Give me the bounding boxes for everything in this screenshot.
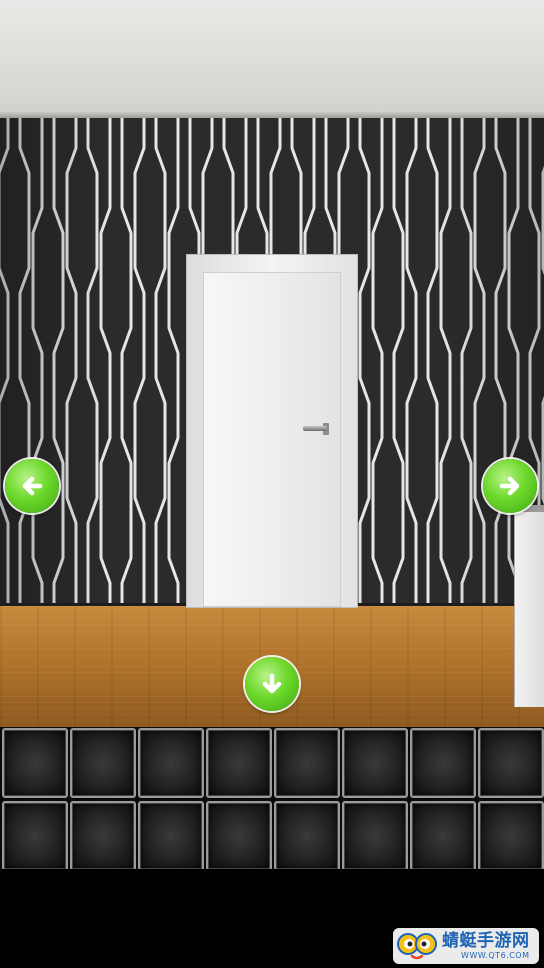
wallpaper-line <box>460 118 473 608</box>
inventory-slot[interactable] <box>274 801 340 871</box>
inventory-slot[interactable] <box>410 728 476 798</box>
wallpaper-line <box>31 118 44 608</box>
inventory-slot[interactable] <box>2 728 68 798</box>
inventory-slot[interactable] <box>274 728 340 798</box>
wallpaper-line <box>0 118 10 608</box>
wallpaper-line <box>120 118 133 608</box>
inventory-slot[interactable] <box>206 728 272 798</box>
watermark: 蜻蜓手游网 WWW.QT6.COM <box>393 928 539 964</box>
inventory-slot[interactable] <box>70 801 136 871</box>
wallpaper-line <box>371 118 384 608</box>
inventory-slot[interactable] <box>478 728 544 798</box>
inventory-slot[interactable] <box>138 728 204 798</box>
wallpaper-line <box>426 118 439 608</box>
inventory-slot[interactable] <box>138 801 204 871</box>
arrow-left-icon <box>22 476 43 496</box>
wallpaper-line <box>99 118 112 608</box>
wallpaper-line <box>358 118 371 608</box>
wallpaper-line <box>392 118 405 608</box>
game-scene <box>0 0 544 727</box>
wallpaper-line <box>86 118 99 608</box>
wallpaper-line <box>133 118 146 608</box>
watermark-subtitle: WWW.QT6.COM <box>461 950 530 960</box>
wallpaper-line <box>18 118 31 608</box>
go-back-button[interactable] <box>245 657 299 711</box>
door-handle[interactable] <box>303 423 329 435</box>
inventory-bar <box>0 727 544 871</box>
wallpaper-line <box>405 118 418 608</box>
handle-lever <box>303 426 327 431</box>
inventory-slot[interactable] <box>70 728 136 798</box>
inventory-slot[interactable] <box>410 801 476 871</box>
wallpaper-line <box>494 118 507 608</box>
white-door[interactable] <box>203 272 341 607</box>
watermark-title: 蜻蜓手游网 <box>442 930 530 951</box>
arrow-down-icon <box>262 673 282 694</box>
wallpaper-line <box>154 118 167 608</box>
inventory-slot[interactable] <box>2 801 68 871</box>
wallpaper-line <box>439 118 452 608</box>
wallpaper-line <box>473 118 486 608</box>
wallpaper-line <box>65 118 78 608</box>
wallpaper-line <box>52 118 65 608</box>
inventory-slot[interactable] <box>478 801 544 871</box>
dragonfly-logo-icon <box>397 933 437 960</box>
inventory-slot[interactable] <box>342 801 408 871</box>
inventory-slot[interactable] <box>206 801 272 871</box>
arrow-right-icon <box>499 476 520 496</box>
ceiling <box>0 0 544 118</box>
side-cabinet[interactable] <box>514 512 544 707</box>
turn-right-button[interactable] <box>483 459 537 513</box>
turn-left-button[interactable] <box>5 459 59 513</box>
inventory-slot[interactable] <box>342 728 408 798</box>
wallpaper-line <box>167 118 180 608</box>
